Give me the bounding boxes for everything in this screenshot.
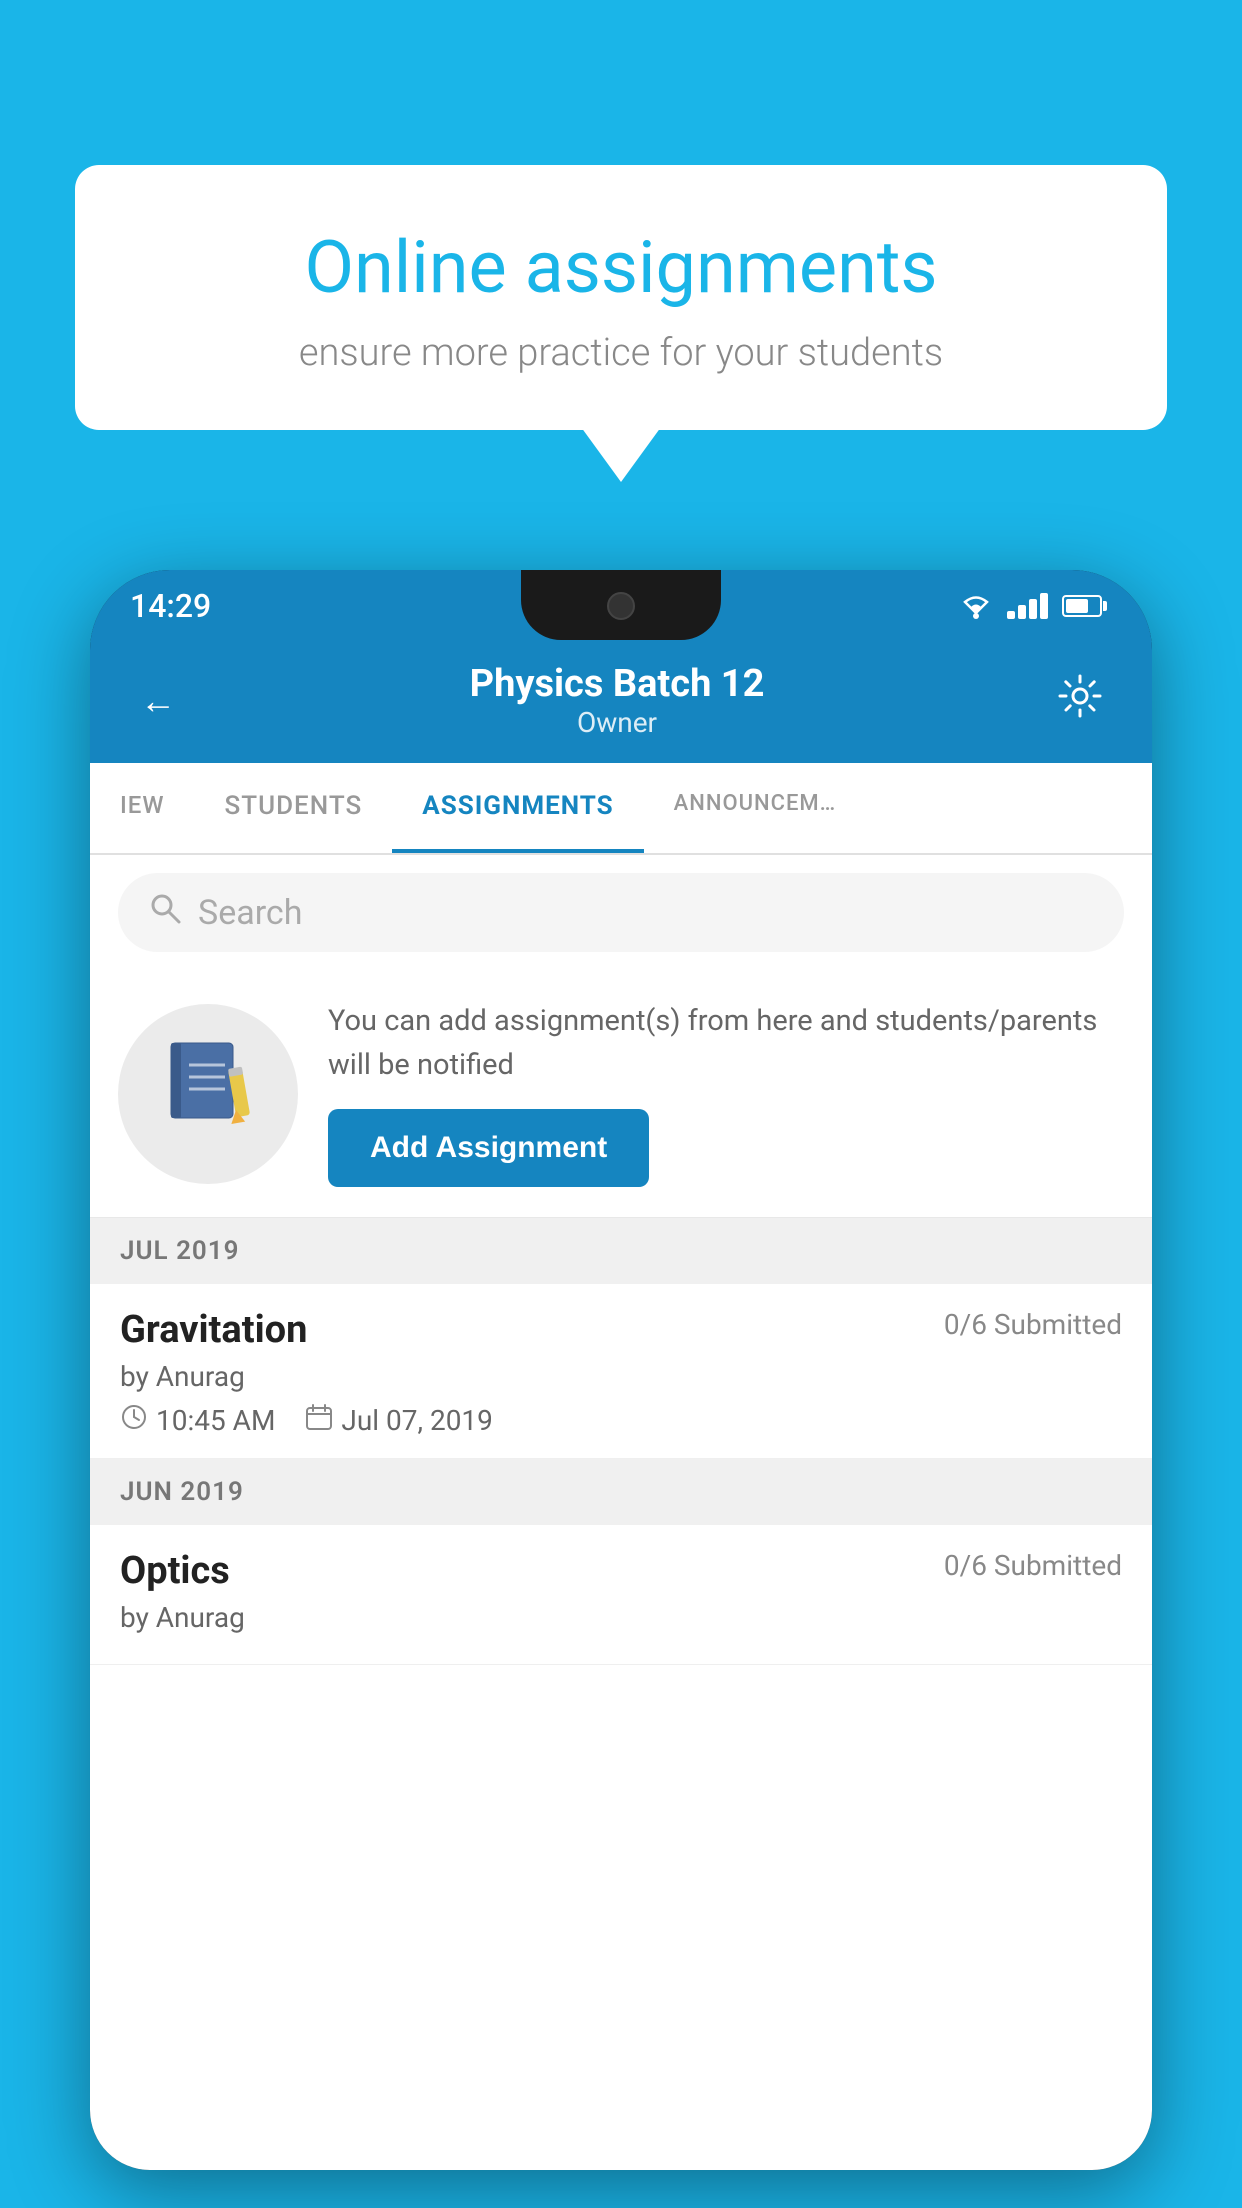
assignment-by-optics: by Anurag <box>120 1601 1122 1634</box>
add-assignment-promo: You can add assignment(s) from here and … <box>90 970 1152 1218</box>
screen-content: Search <box>90 855 1152 2170</box>
assignment-meta-gravitation: 10:45 AM Jul 07, 201 <box>120 1403 1122 1438</box>
speech-bubble-container: Online assignments ensure more practice … <box>75 165 1167 430</box>
assignment-date-gravitation: Jul 07, 2019 <box>305 1403 493 1438</box>
phone-screen: 14:29 <box>90 570 1152 2170</box>
tab-announcements[interactable]: ANNOUNCEM… <box>644 763 867 853</box>
assignment-top-row-optics: Optics 0/6 Submitted <box>120 1549 1122 1593</box>
status-time: 14:29 <box>130 587 211 625</box>
status-icons <box>959 593 1102 619</box>
front-camera <box>607 592 635 620</box>
assignment-submitted-optics: 0/6 Submitted <box>944 1549 1122 1582</box>
tabs-bar: IEW STUDENTS ASSIGNMENTS ANNOUNCEM… <box>90 763 1152 855</box>
phone-device: 14:29 <box>90 570 1152 2208</box>
signal-icon <box>1007 593 1048 619</box>
phone-notch <box>521 570 721 640</box>
date-text-gravitation: Jul 07, 2019 <box>341 1404 493 1437</box>
wifi-icon <box>959 593 993 619</box>
assignment-title-gravitation: Gravitation <box>120 1308 307 1352</box>
search-bar[interactable]: Search <box>118 873 1124 952</box>
batch-role: Owner <box>186 706 1048 739</box>
assignment-submitted-gravitation: 0/6 Submitted <box>944 1308 1122 1341</box>
promo-text-block: You can add assignment(s) from here and … <box>328 1000 1124 1187</box>
settings-button[interactable] <box>1048 664 1112 738</box>
section-header-jul: JUL 2019 <box>90 1218 1152 1284</box>
tab-assignments[interactable]: ASSIGNMENTS <box>392 763 643 853</box>
header-title-block: Physics Batch 12 Owner <box>186 662 1048 739</box>
assignment-item-optics[interactable]: Optics 0/6 Submitted by Anurag <box>90 1525 1152 1665</box>
back-button[interactable]: ← <box>130 670 186 732</box>
batch-title: Physics Batch 12 <box>186 662 1048 706</box>
battery-icon <box>1062 595 1102 617</box>
speech-bubble: Online assignments ensure more practice … <box>75 165 1167 430</box>
add-assignment-button[interactable]: Add Assignment <box>328 1109 649 1187</box>
tab-students[interactable]: STUDENTS <box>194 763 392 853</box>
app-header: ← Physics Batch 12 Owner <box>90 642 1152 763</box>
calendar-icon <box>305 1403 333 1438</box>
assignment-top-row: Gravitation 0/6 Submitted <box>120 1308 1122 1352</box>
assignment-item-gravitation[interactable]: Gravitation 0/6 Submitted by Anurag <box>90 1284 1152 1459</box>
section-header-jun: JUN 2019 <box>90 1459 1152 1525</box>
notebook-icon <box>161 1035 256 1152</box>
assignment-time-gravitation: 10:45 AM <box>120 1403 275 1438</box>
promo-description: You can add assignment(s) from here and … <box>328 1000 1124 1087</box>
speech-bubble-subtitle: ensure more practice for your students <box>145 331 1097 375</box>
search-container: Search <box>90 855 1152 970</box>
search-icon <box>148 891 182 934</box>
speech-bubble-title: Online assignments <box>145 225 1097 311</box>
search-input[interactable]: Search <box>198 893 1094 933</box>
time-text-gravitation: 10:45 AM <box>156 1404 275 1437</box>
clock-icon <box>120 1403 148 1438</box>
phone-outer: 14:29 <box>90 570 1152 2170</box>
tab-iew[interactable]: IEW <box>90 763 194 853</box>
assignment-by-gravitation: by Anurag <box>120 1360 1122 1393</box>
assignment-title-optics: Optics <box>120 1549 230 1593</box>
promo-icon-circle <box>118 1004 298 1184</box>
